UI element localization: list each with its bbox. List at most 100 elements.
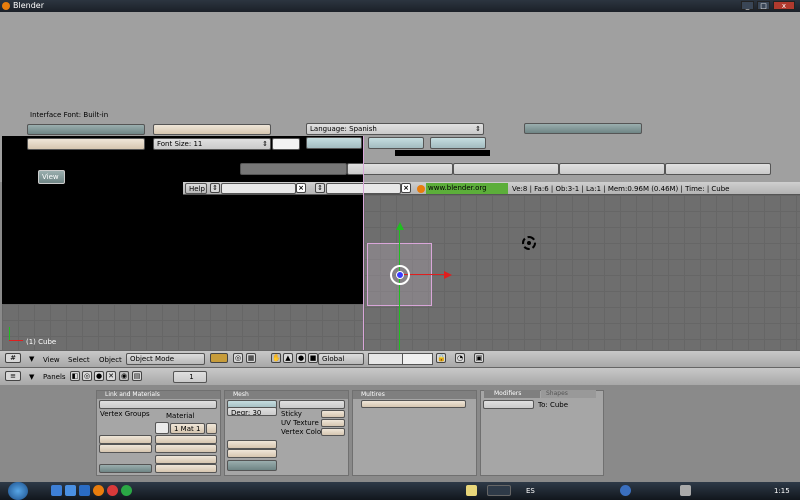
editor-type-icon[interactable]: ≡ (5, 371, 21, 381)
ie-icon[interactable] (65, 485, 76, 496)
menu-view[interactable]: View (43, 355, 60, 365)
y-arrow-icon[interactable] (396, 222, 404, 230)
lock-icon[interactable]: 🔒 (436, 353, 446, 363)
material-button-4[interactable] (155, 464, 217, 473)
close-window-button[interactable]: x (773, 1, 795, 10)
help-menu[interactable]: Help (185, 183, 207, 194)
screen-select-icon[interactable]: ⇕ (210, 183, 220, 193)
mesh-button-1[interactable] (227, 440, 277, 449)
screen-name-field[interactable] (221, 183, 296, 194)
scene-select-icon[interactable]: ⇕ (315, 183, 325, 193)
pref-slider-segment-4[interactable] (559, 163, 665, 175)
volume-icon[interactable] (680, 485, 691, 496)
orientation-dropdown[interactable]: Global (318, 353, 364, 365)
pref-button-5[interactable] (306, 137, 362, 149)
mesh-button-3[interactable] (227, 460, 277, 471)
orientation-value: Global (322, 355, 345, 363)
3d-cursor-center (527, 241, 531, 245)
firefox-icon[interactable] (93, 485, 104, 496)
pref-button-2[interactable] (153, 124, 271, 135)
tab-shapes[interactable]: Shapes (541, 390, 596, 398)
mesh-button-2[interactable] (227, 449, 277, 458)
minimize-button[interactable]: _ (741, 1, 754, 10)
material-button-2[interactable] (155, 444, 217, 453)
pref-button-6[interactable] (368, 137, 424, 149)
modifier-target-label: To: Cube (538, 401, 569, 409)
mode-dropdown[interactable]: Object Mode (126, 353, 205, 365)
pref-button-4[interactable] (27, 138, 145, 150)
vgroup-button-3[interactable] (99, 464, 152, 473)
pivot-icon[interactable]: ◎ (233, 353, 243, 363)
sticky-button[interactable] (321, 410, 345, 418)
pref-button-7[interactable] (430, 137, 486, 149)
mesh-field-1[interactable] (279, 400, 345, 409)
camera-icon[interactable]: ▣ (474, 353, 484, 363)
explorer-icon[interactable] (79, 485, 90, 496)
render-icon[interactable]: ◔ (455, 353, 465, 363)
material-button-1[interactable] (155, 435, 217, 444)
blender-logo-icon (2, 2, 10, 10)
frame-field[interactable]: 1 (173, 371, 207, 383)
pref-slider-segment-5[interactable] (665, 163, 771, 175)
font-size-field[interactable]: Font Size: 11 ⇕ (153, 138, 271, 150)
uv-texture-button[interactable] (321, 419, 345, 427)
view-button[interactable]: View (38, 170, 65, 184)
show-desktop-icon[interactable] (51, 485, 62, 496)
collapse-arrow-icon[interactable]: ▼ (29, 373, 34, 381)
y-axis-line (399, 230, 400, 350)
object-icon[interactable]: ✕ (106, 371, 116, 381)
object-name-field[interactable] (99, 400, 217, 409)
tab-modifiers[interactable]: Modifiers (484, 390, 540, 398)
delete-screen-icon[interactable]: × (296, 183, 306, 193)
font-color-swatch[interactable] (272, 138, 300, 150)
translate-icon[interactable]: ▲ (283, 353, 293, 363)
add-modifier-button[interactable] (483, 400, 534, 409)
script-icon[interactable]: ◎ (82, 371, 92, 381)
start-button[interactable] (8, 482, 28, 500)
editing-icon[interactable]: ◉ (119, 371, 129, 381)
material-label: Material (166, 412, 195, 420)
scene-icon[interactable]: ▤ (132, 371, 142, 381)
opera-icon[interactable] (107, 485, 118, 496)
website-link[interactable]: www.blender.org 249.2 (426, 183, 508, 203)
vgroup-button-2[interactable] (99, 444, 152, 453)
add-multires-button[interactable] (361, 400, 466, 408)
x-arrow-icon[interactable] (444, 271, 452, 279)
material-index-field[interactable]: 1 Mat 1 (170, 423, 205, 434)
object-label: (1) Cube (26, 338, 57, 346)
font-size-value: 11 (193, 140, 203, 148)
language-dropdown[interactable]: Language: Spanish ⇕ (306, 123, 484, 135)
material-color-swatch[interactable] (155, 422, 169, 434)
rotate-icon[interactable]: ● (296, 353, 306, 363)
material-next-button[interactable] (206, 423, 217, 434)
logic-icon[interactable]: ◧ (70, 371, 80, 381)
language-indicator[interactable]: ES (526, 482, 535, 500)
collapse-arrow-icon[interactable]: ▼ (29, 355, 34, 363)
area-divider (363, 136, 364, 350)
scale-icon[interactable]: ■ (308, 353, 318, 363)
degr-field[interactable]: Degr: 30 (227, 407, 277, 416)
menu-object[interactable]: Object (99, 355, 122, 365)
layer-buttons-2[interactable] (402, 353, 433, 365)
blender-logo-icon (417, 185, 425, 193)
pref-button-3[interactable] (524, 123, 642, 134)
pref-button-1[interactable] (27, 124, 145, 135)
pref-slider-segment-1[interactable] (240, 163, 347, 175)
network-icon[interactable] (620, 485, 631, 496)
snap-icon[interactable]: ▦ (246, 353, 256, 363)
blender-task-button[interactable] (487, 485, 511, 496)
material-button-3[interactable] (155, 455, 217, 464)
shading-icon[interactable]: ● (94, 371, 104, 381)
pref-slider-segment-3[interactable] (453, 163, 559, 175)
menu-select[interactable]: Select (68, 355, 90, 365)
messenger-icon[interactable] (121, 485, 132, 496)
hand-icon[interactable]: ✋ (271, 353, 281, 363)
vertex-color-button[interactable] (321, 428, 345, 436)
draw-type-icon[interactable] (210, 353, 228, 363)
vgroup-button-1[interactable] (99, 435, 152, 444)
delete-scene-icon[interactable]: × (401, 183, 411, 193)
maximize-button[interactable]: □ (757, 1, 770, 10)
editor-type-icon[interactable]: # (5, 353, 21, 363)
folder-icon[interactable] (466, 485, 477, 496)
interface-font-label: Interface Font: Built-in (30, 111, 109, 119)
